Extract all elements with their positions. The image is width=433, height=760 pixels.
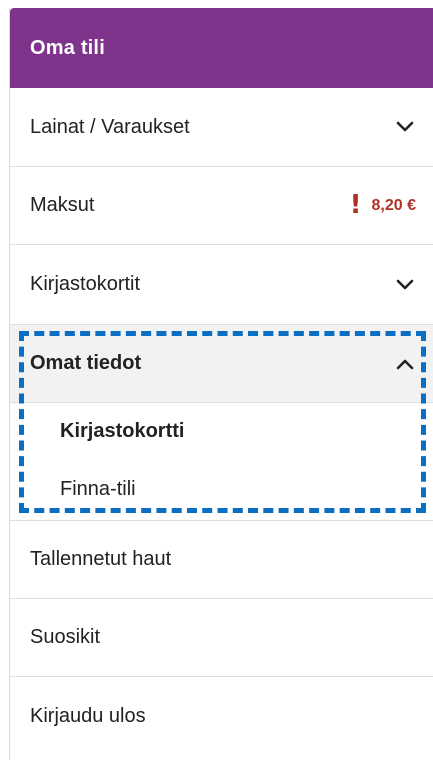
menu-item-library-cards[interactable]: Kirjastokortit — [10, 245, 433, 325]
submenu-item-label: Kirjastokortti — [60, 419, 185, 442]
submenu-item-finna-account[interactable]: Finna-tili — [10, 459, 433, 521]
chevron-up-icon — [396, 358, 414, 370]
menu-item-logout[interactable]: Kirjaudu ulos — [10, 677, 433, 755]
exclamation-icon: ! — [349, 189, 362, 220]
submenu-item-label: Finna-tili — [60, 478, 136, 500]
menu-title: Oma tili — [30, 36, 105, 59]
fee-amount: ! 8,20 € — [349, 189, 416, 220]
menu-item-label: Omat tiedot — [30, 352, 142, 374]
menu-item-payments[interactable]: Maksut ! 8,20 € — [10, 167, 433, 245]
menu-item-label: Lainat / Varaukset — [30, 115, 190, 138]
menu-item-favorites[interactable]: Suosikit — [10, 599, 433, 677]
fee-value: 8,20 € — [371, 196, 416, 214]
menu-item-label: Kirjastokortit — [30, 273, 141, 295]
menu-item-loans-reservations[interactable]: Lainat / Varaukset — [10, 88, 433, 167]
menu-item-label: Suosikit — [30, 626, 101, 648]
menu-header: Oma tili — [10, 8, 433, 88]
account-menu: Oma tili Lainat / Varaukset Maksut ! 8,2… — [9, 8, 433, 760]
menu-item-label: Maksut — [30, 194, 95, 216]
menu-item-saved-searches[interactable]: Tallennetut haut — [10, 521, 433, 599]
chevron-down-icon — [396, 121, 414, 133]
chevron-down-icon — [396, 279, 414, 291]
menu-item-label: Kirjaudu ulos — [30, 704, 146, 727]
submenu-item-library-card[interactable]: Kirjastokortti — [10, 403, 433, 459]
menu-item-my-information[interactable]: Omat tiedot — [10, 325, 433, 403]
menu-item-label: Tallennetut haut — [30, 548, 172, 570]
